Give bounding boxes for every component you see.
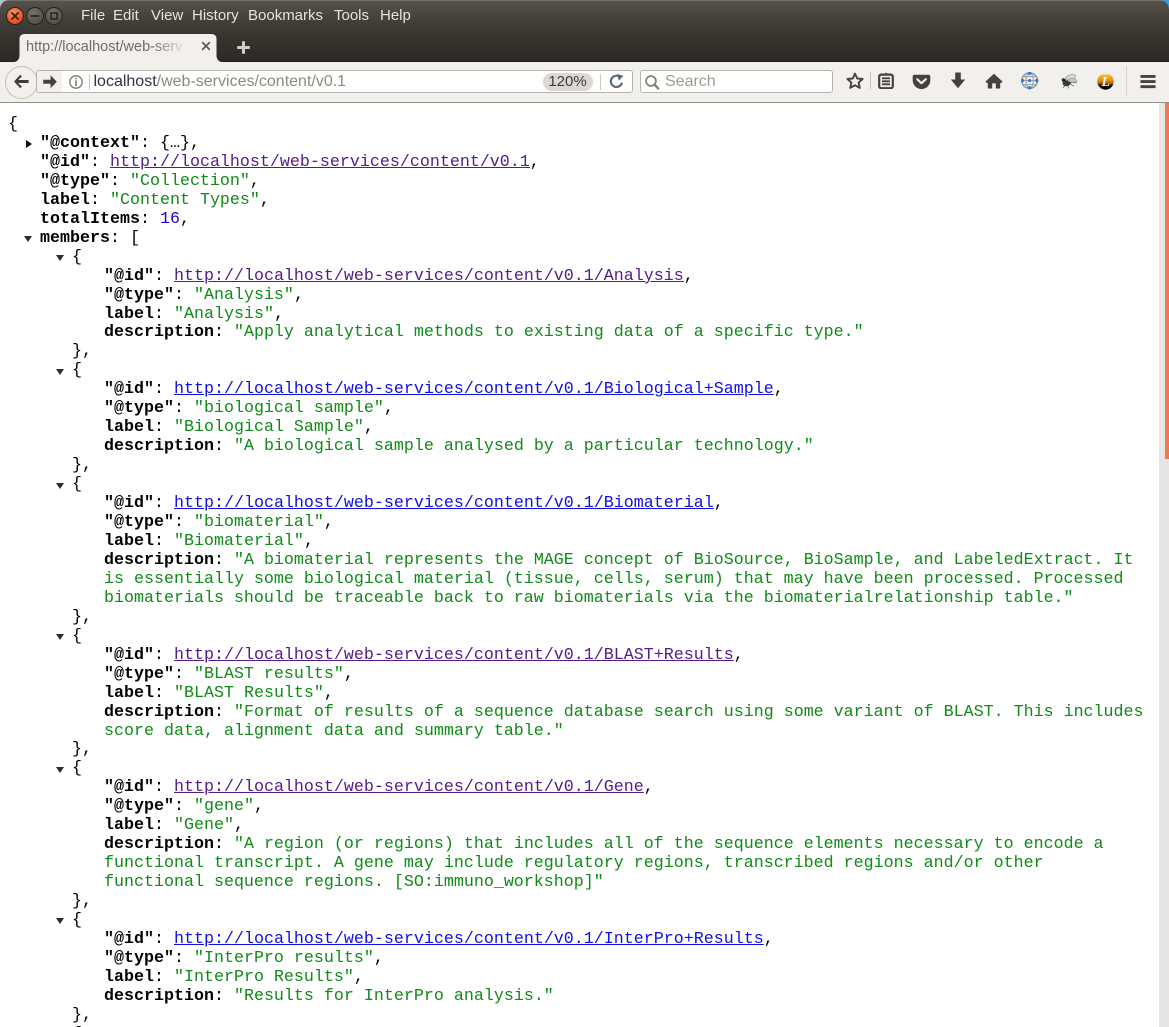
svg-text:L: L: [1101, 75, 1111, 90]
